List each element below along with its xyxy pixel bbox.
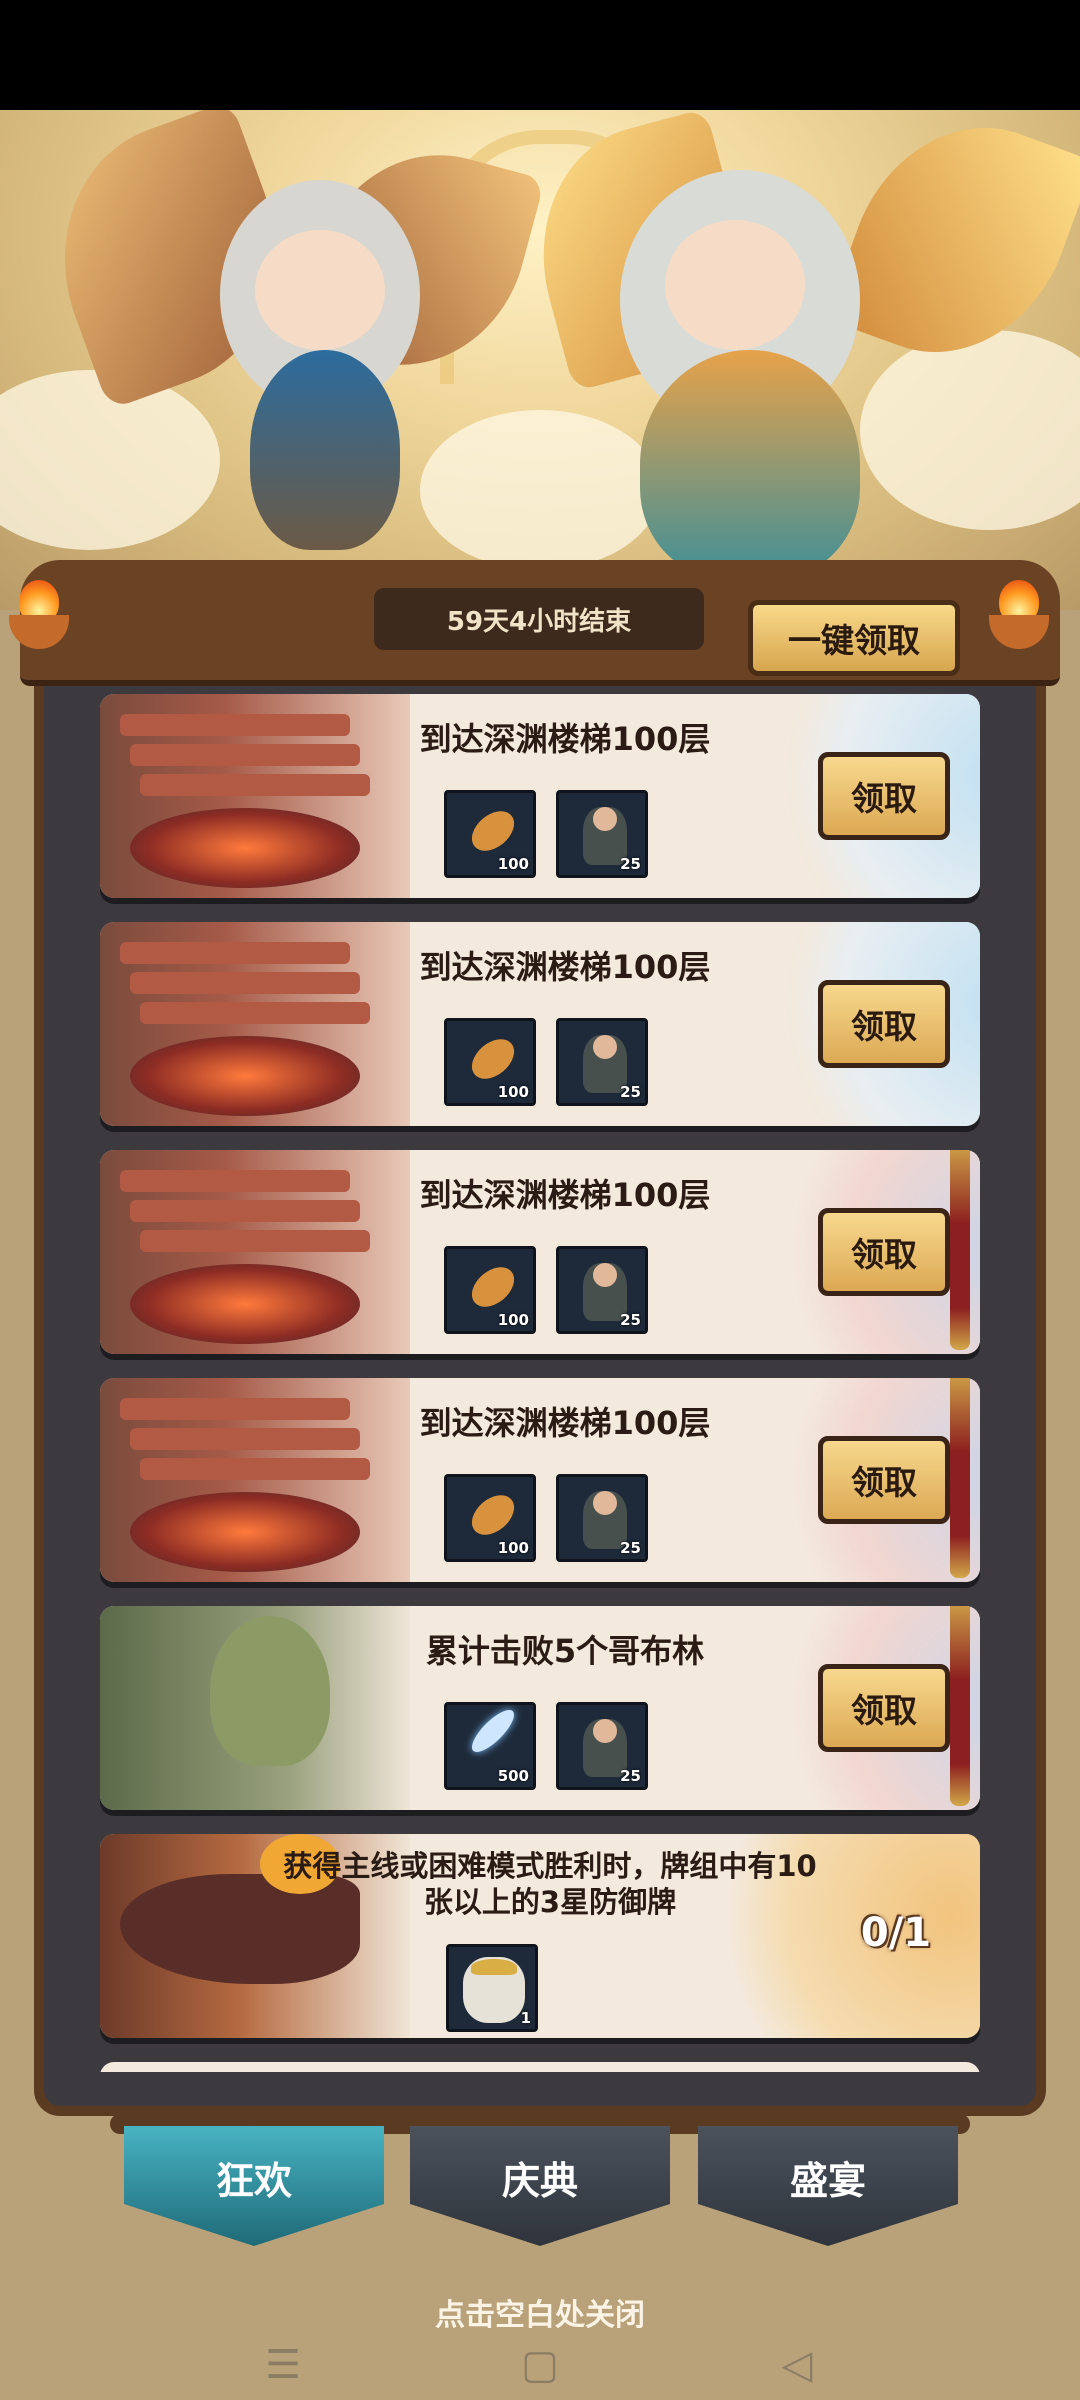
status-bar bbox=[0, 0, 1080, 110]
home-icon[interactable]: ▢ bbox=[517, 2342, 563, 2388]
reward-quantity: 500 bbox=[497, 1767, 529, 1785]
task-card: 到达深渊楼梯100层 100 25 领取 bbox=[100, 922, 980, 1126]
staff-decoration bbox=[950, 1606, 970, 1806]
reward-slot[interactable]: 500 bbox=[444, 1702, 536, 1790]
bread-icon bbox=[464, 1487, 522, 1543]
claim-all-button[interactable]: 一键领取 bbox=[748, 600, 960, 676]
menu-icon[interactable]: ☰ bbox=[260, 2342, 306, 2388]
claim-button[interactable]: 领取 bbox=[818, 1208, 950, 1296]
reward-slot[interactable]: 25 bbox=[556, 1474, 648, 1562]
bread-icon bbox=[464, 803, 522, 859]
cloud bbox=[420, 410, 660, 570]
left-torch-icon bbox=[4, 580, 74, 650]
task-card: 到达深渊楼梯100层 100 25 领取 bbox=[100, 694, 980, 898]
task-card: 获得主线或困难模式胜利时，牌组中有10张以上的3星防御牌 1 0/1 bbox=[100, 1834, 980, 2038]
task-card: 到达深渊楼梯100层 100 25 领取 bbox=[100, 1378, 980, 1582]
reward-quantity: 100 bbox=[497, 1311, 529, 1329]
reward-quantity: 100 bbox=[497, 855, 529, 873]
tab-carnival[interactable]: 狂欢 bbox=[124, 2126, 384, 2246]
cloud bbox=[860, 330, 1080, 530]
reward-quantity: 100 bbox=[497, 1083, 529, 1101]
event-timer: 59天4小时结束 bbox=[374, 588, 704, 650]
right-angel-face bbox=[665, 220, 805, 350]
reward-slot[interactable]: 25 bbox=[556, 1246, 648, 1334]
claim-button[interactable]: 领取 bbox=[818, 752, 950, 840]
claim-button[interactable]: 领取 bbox=[818, 1664, 950, 1752]
task-title: 获得主线或困难模式胜利时，牌组中有10张以上的3星防御牌 bbox=[283, 1849, 817, 1919]
staff-decoration bbox=[950, 1378, 970, 1578]
right-angel-dress bbox=[640, 350, 860, 580]
task-card: 累计击败5个哥布林 500 25 领取 bbox=[100, 1606, 980, 1810]
reward-slot[interactable]: 1 bbox=[446, 1944, 538, 2032]
feather-icon bbox=[466, 1704, 520, 1758]
bread-icon bbox=[464, 1031, 522, 1087]
task-title: 到达深渊楼梯100层 bbox=[419, 1176, 711, 1214]
reward-quantity: 100 bbox=[497, 1539, 529, 1557]
task-title: 累计击败5个哥布林 bbox=[425, 1632, 705, 1670]
task-title: 到达深渊楼梯100层 bbox=[419, 720, 711, 758]
staff-decoration bbox=[950, 1150, 970, 1350]
reward-slot[interactable]: 25 bbox=[556, 1702, 648, 1790]
reward-slot[interactable]: 100 bbox=[444, 1246, 536, 1334]
back-icon[interactable]: ◁ bbox=[774, 2342, 820, 2388]
reward-quantity: 1 bbox=[520, 2009, 531, 2027]
left-angel-armor bbox=[250, 350, 400, 550]
reward-slot[interactable]: 100 bbox=[444, 1018, 536, 1106]
task-progress: 0/1 bbox=[860, 1910, 932, 1956]
claim-button[interactable]: 领取 bbox=[818, 980, 950, 1068]
bread-icon bbox=[464, 1259, 522, 1315]
reward-slot[interactable]: 100 bbox=[444, 790, 536, 878]
task-list[interactable]: 到达深渊楼梯100层 100 25 领取 到达深渊楼梯100层 100 25 领… bbox=[100, 692, 980, 2072]
system-nav-bar: ☰ ▢ ◁ bbox=[0, 2330, 1080, 2400]
reward-quantity: 25 bbox=[620, 1767, 641, 1785]
reward-slot[interactable]: 25 bbox=[556, 1018, 648, 1106]
tab-celebration[interactable]: 庆典 bbox=[410, 2126, 670, 2246]
left-angel-face bbox=[255, 230, 385, 350]
tab-feast[interactable]: 盛宴 bbox=[698, 2126, 958, 2246]
reward-quantity: 25 bbox=[620, 1311, 641, 1329]
right-torch-icon bbox=[984, 580, 1054, 650]
close-hint[interactable]: 点击空白处关闭 bbox=[0, 2290, 1080, 2334]
reward-quantity: 25 bbox=[620, 1539, 641, 1557]
hero-portrait-icon bbox=[463, 1957, 525, 2023]
task-card-partial bbox=[100, 2062, 980, 2072]
reward-quantity: 25 bbox=[620, 1083, 641, 1101]
reward-slot[interactable]: 25 bbox=[556, 790, 648, 878]
reward-quantity: 25 bbox=[620, 855, 641, 873]
claim-button[interactable]: 领取 bbox=[818, 1436, 950, 1524]
reward-slot[interactable]: 100 bbox=[444, 1474, 536, 1562]
task-title: 到达深渊楼梯100层 bbox=[419, 1404, 711, 1442]
task-title: 到达深渊楼梯100层 bbox=[419, 948, 711, 986]
event-banner-art bbox=[0, 110, 1080, 610]
task-card: 到达深渊楼梯100层 100 25 领取 bbox=[100, 1150, 980, 1354]
